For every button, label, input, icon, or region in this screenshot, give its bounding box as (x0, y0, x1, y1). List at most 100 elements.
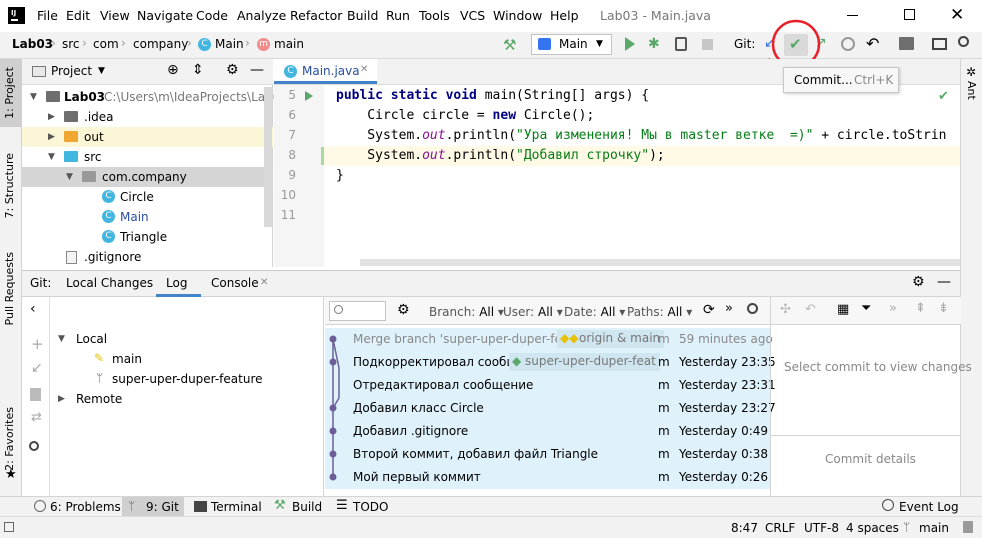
stripe-pull-requests[interactable]: Pull Requests (3, 252, 16, 325)
search-everywhere-icon[interactable] (958, 36, 969, 47)
rollback-icon[interactable]: ↶ (866, 34, 879, 53)
delete-icon[interactable] (30, 388, 41, 401)
breadcrumb-main-method[interactable]: main (274, 37, 304, 51)
code-line-7[interactable]: System.out.println("Ура изменения! Мы в … (336, 128, 946, 143)
close-icon[interactable]: ✕ (360, 64, 368, 75)
caret-position[interactable]: 8:47 (731, 521, 758, 535)
tree-local[interactable]: ▼ Local (52, 329, 303, 349)
locate-crosshair-icon[interactable]: ⊕ (167, 62, 179, 78)
collapse-all-icon[interactable]: ⇟ (938, 301, 949, 316)
checkout-icon[interactable]: ↙ (31, 360, 43, 376)
search-icon[interactable] (747, 303, 758, 314)
tool-windows-icon[interactable] (4, 522, 14, 532)
run-gutter-icon[interactable] (305, 91, 313, 101)
breadcrumb-company[interactable]: company (133, 37, 188, 51)
code-line-8[interactable]: System.out.println("Добавил строчку"); (336, 148, 664, 163)
commit-node[interactable] (329, 427, 337, 435)
tree-item-main[interactable]: C Main (22, 207, 273, 227)
tree-item-circle[interactable]: C Circle (22, 187, 273, 207)
code-line-6[interactable]: Circle circle = new Circle(); (336, 108, 594, 123)
compare-icon[interactable]: ⇄ (31, 410, 42, 425)
menu-run[interactable]: Run (386, 8, 410, 23)
group-by-icon[interactable]: ▦ (837, 302, 849, 317)
tab-event-log[interactable]: Event Log (899, 500, 959, 514)
chevron-down-icon[interactable]: ▼ (98, 66, 105, 76)
settings-gear-icon[interactable]: ⚙ (912, 274, 925, 290)
menu-help[interactable]: Help (550, 8, 579, 23)
more-chevron-icon[interactable]: » (725, 301, 733, 316)
commit-row[interactable]: Отредактировал сообщение m Yesterday 23:… (325, 374, 776, 397)
current-branch[interactable]: main (919, 521, 949, 535)
file-encoding[interactable]: UTF-8 (804, 521, 839, 535)
run-icon[interactable] (625, 37, 635, 51)
menu-view[interactable]: View (100, 8, 130, 23)
filter-user[interactable]: User: All ▾ (503, 305, 563, 319)
tab-log[interactable]: Log (166, 276, 187, 290)
settings-gear-icon[interactable]: ⚙ (397, 302, 410, 318)
menu-analyze[interactable]: Analyze (237, 8, 286, 23)
add-icon[interactable]: + (31, 335, 44, 353)
breadcrumb-main-class[interactable]: Main (215, 37, 244, 51)
tree-item-package[interactable]: ▼ com.company (22, 167, 273, 187)
history-icon[interactable] (841, 37, 855, 51)
code-line-9[interactable]: } (336, 168, 344, 183)
presentation-icon[interactable] (932, 38, 947, 50)
debug-bug-icon[interactable]: ✱ (648, 36, 660, 52)
stripe-project[interactable]: 1: Project (3, 67, 16, 119)
run-config-select[interactable]: Main ▼ (531, 34, 612, 55)
tree-branch-feature[interactable]: ᛘ super-uper-duper-feature (52, 369, 303, 389)
menu-edit[interactable]: Edit (66, 8, 90, 23)
stop-icon[interactable] (702, 39, 713, 50)
inspection-ok-icon[interactable]: ✔ (938, 89, 949, 104)
tree-item-root[interactable]: ▼ Lab03 C:\Users\m\IdeaProjects\Lab0 (22, 87, 280, 107)
breadcrumb-src[interactable]: src (62, 37, 80, 51)
chevron-left-icon[interactable]: ‹ (30, 301, 36, 317)
maximize-icon[interactable] (904, 9, 915, 20)
tab-git-active[interactable]: ᛘ 9: Git (122, 497, 184, 516)
menu-window[interactable]: Window (493, 8, 542, 23)
menu-tools[interactable]: Tools (419, 8, 450, 23)
commit-row[interactable]: Подкорректировал сообще ◆ super-uper-dupe… (325, 351, 776, 374)
breadcrumb-com[interactable]: com (93, 37, 119, 51)
breadcrumb-project[interactable]: Lab03 (12, 37, 53, 51)
collapse-all-icon[interactable]: ⇕ (192, 62, 204, 78)
commit-node[interactable] (329, 473, 337, 481)
tab-problems[interactable]: 6: Problems (50, 500, 121, 514)
project-panel-title[interactable]: Project (51, 64, 92, 78)
expand-all-icon[interactable]: ⇞ (915, 301, 926, 316)
tab-build[interactable]: Build (292, 500, 322, 514)
indent-setting[interactable]: 4 spaces (846, 521, 899, 535)
tree-item-src[interactable]: ▼ src (22, 147, 273, 167)
menu-file[interactable]: File (37, 8, 58, 23)
tree-item-idea[interactable]: ▶ .idea (22, 107, 273, 127)
commit-row[interactable]: Второй коммит, добавил файл Triangle m Y… (325, 443, 770, 466)
commit-row[interactable]: Добавил класс Circle m Yesterday 23:27 (325, 397, 776, 420)
more-chevron-icon[interactable]: » (889, 301, 897, 316)
lock-icon[interactable] (963, 521, 973, 533)
tree-item-gitignore[interactable]: .gitignore (22, 247, 273, 267)
hide-panel-icon[interactable]: — (250, 62, 264, 78)
commit-node[interactable] (329, 358, 337, 366)
menu-vcs[interactable]: VCS (460, 8, 485, 23)
search-icon[interactable] (29, 441, 39, 451)
commit-row[interactable]: Merge branch 'super-uper-duper-fea ◆◆ ori… (325, 328, 773, 351)
hide-panel-icon[interactable]: — (937, 274, 951, 290)
tree-branch-main[interactable]: ✎ main (52, 349, 303, 369)
editor-tab-main[interactable]: C Main.java ✕ (274, 59, 377, 84)
stripe-ant[interactable]: Ant (965, 81, 978, 100)
menu-navigate[interactable]: Navigate (137, 8, 193, 23)
tab-local-changes[interactable]: Local Changes (66, 276, 153, 290)
tree-item-out[interactable]: ▶ out (22, 127, 273, 147)
tab-todo[interactable]: TODO (353, 500, 388, 514)
commit-row[interactable]: Добавил .gitignore m Yesterday 0:49 (325, 420, 770, 443)
log-search-input[interactable] (329, 301, 386, 321)
project-structure-icon[interactable] (899, 37, 914, 50)
commit-node[interactable] (329, 404, 337, 412)
commit-row[interactable]: Мой первый коммит m Yesterday 0:26 (325, 466, 770, 489)
tab-console[interactable]: Console (211, 276, 259, 290)
stripe-structure[interactable]: 7: Structure (3, 153, 16, 218)
build-hammer-icon[interactable]: ⚒ (503, 36, 516, 54)
tree-remote[interactable]: ▶ Remote (52, 389, 303, 409)
filter-funnel-icon[interactable]: ⏷ (861, 301, 871, 316)
menu-code[interactable]: Code (196, 8, 228, 23)
